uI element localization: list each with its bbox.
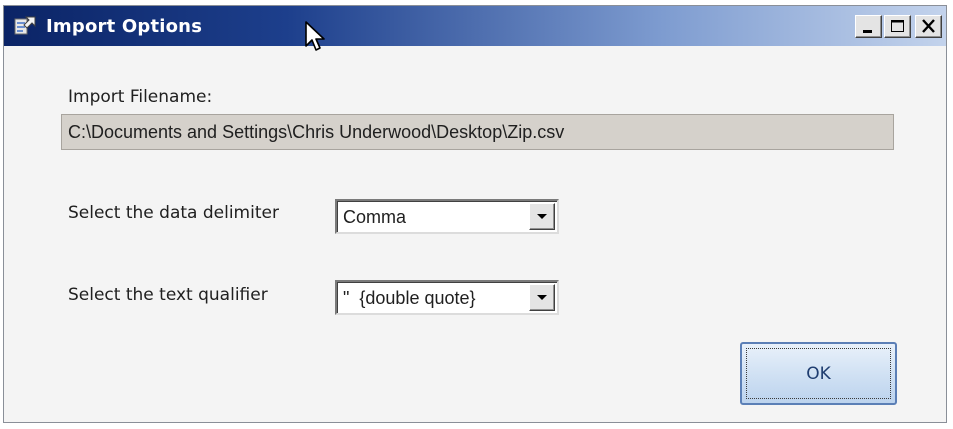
qualifier-select[interactable]: " {double quote}: [335, 280, 559, 315]
chevron-down-icon: [537, 214, 547, 219]
close-button[interactable]: [915, 15, 942, 38]
qualifier-dropdown-button[interactable]: [529, 284, 555, 311]
import-filename-field[interactable]: C:\Documents and Settings\Chris Underwoo…: [61, 114, 894, 150]
import-filename-label: Import Filename:: [68, 87, 213, 107]
title-bar[interactable]: Import Options: [4, 6, 946, 51]
qualifier-selected-value: " {double quote}: [343, 288, 476, 308]
delimiter-select[interactable]: Comma: [335, 199, 559, 234]
minimize-icon: [863, 30, 872, 33]
delimiter-label: Select the data delimiter: [68, 203, 279, 223]
window-title: Import Options: [46, 16, 203, 37]
delimiter-dropdown-button[interactable]: [529, 203, 555, 230]
import-app-icon: [14, 16, 36, 35]
chevron-down-icon: [537, 295, 547, 300]
focus-rectangle: [746, 348, 891, 399]
maximize-button[interactable]: [884, 15, 911, 38]
maximize-icon: [891, 20, 904, 32]
ok-button[interactable]: OK: [740, 342, 897, 405]
import-options-dialog: Import Options Import Filename: C:\Docum…: [3, 5, 947, 423]
delimiter-selected-value: Comma: [343, 207, 407, 227]
dialog-body: Import Filename: C:\Documents and Settin…: [4, 46, 946, 422]
minimize-button[interactable]: [855, 15, 882, 38]
close-icon: [922, 19, 935, 33]
qualifier-label: Select the text qualifier: [68, 285, 268, 305]
